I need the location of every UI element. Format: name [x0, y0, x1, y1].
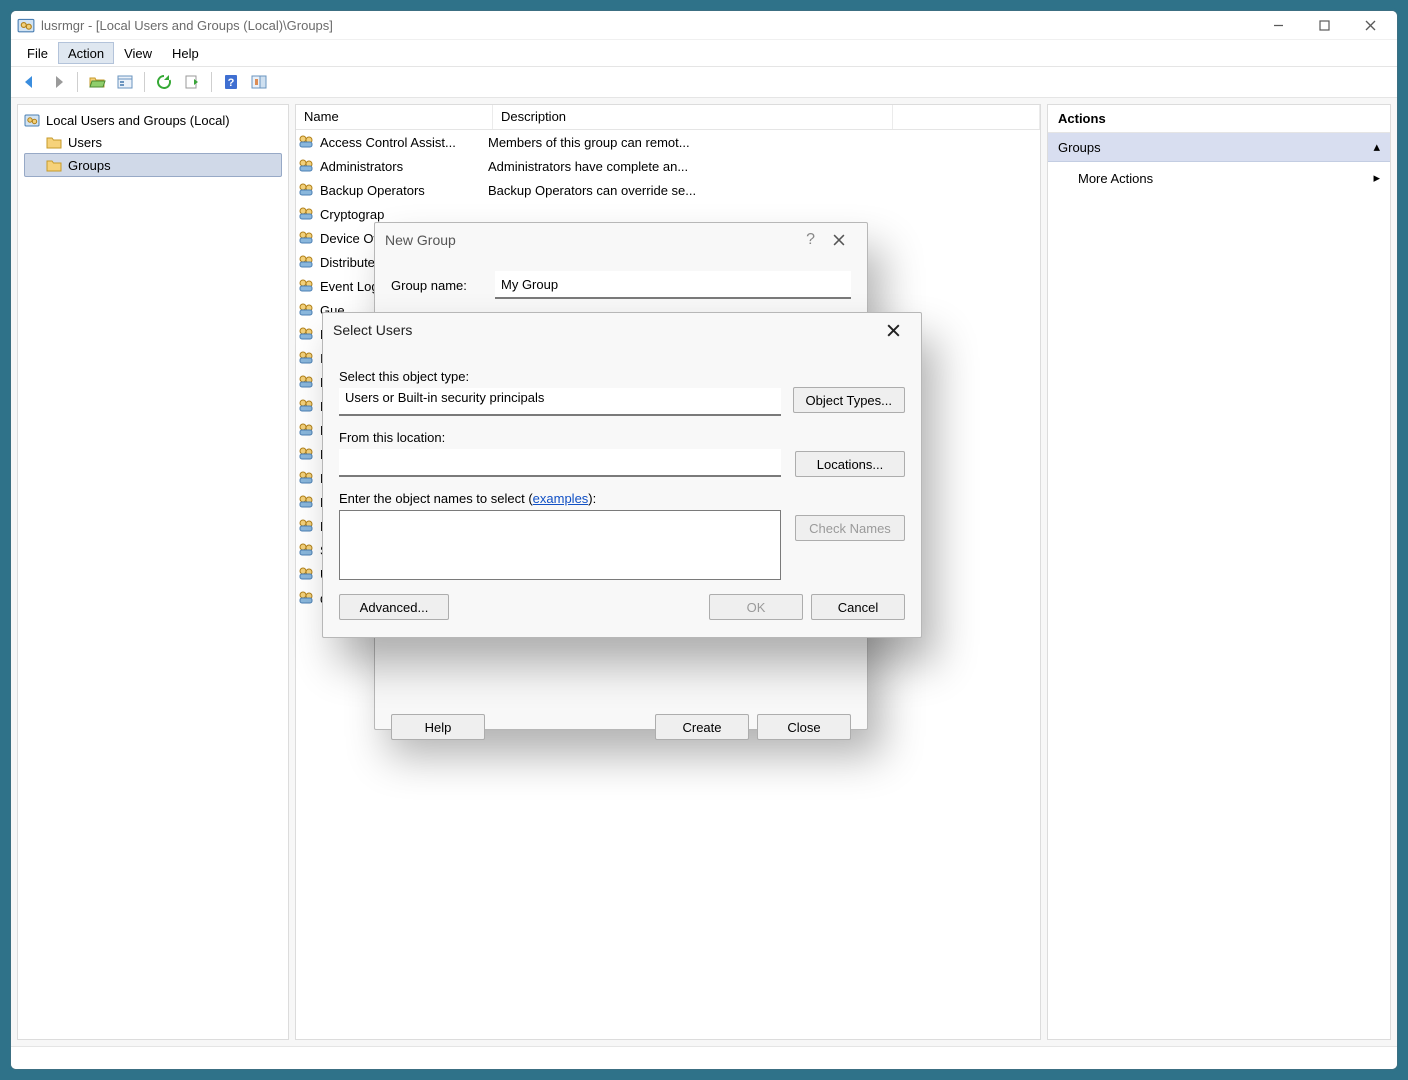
group-icon — [298, 373, 314, 392]
dialog-help-icon[interactable]: ? — [800, 231, 821, 249]
list-item[interactable]: Backup OperatorsBackup Operators can ove… — [296, 178, 1040, 202]
refresh-icon[interactable] — [151, 69, 177, 95]
export-icon[interactable] — [179, 69, 205, 95]
group-icon — [298, 445, 314, 464]
menu-help[interactable]: Help — [162, 40, 209, 66]
group-icon — [298, 589, 314, 608]
group-icon — [298, 229, 314, 248]
new-group-close-icon[interactable] — [821, 226, 857, 254]
actions-section-label: Groups — [1058, 140, 1101, 155]
group-icon — [298, 157, 314, 176]
select-users-title: Select Users — [333, 322, 412, 338]
tree-item-groups[interactable]: Groups — [24, 153, 282, 177]
names-label: Enter the object names to select (exampl… — [339, 491, 781, 506]
examples-link[interactable]: examples — [533, 491, 589, 506]
actions-pane: Actions Groups ▴ More Actions ▸ — [1047, 104, 1391, 1040]
new-group-titlebar: New Group ? — [375, 223, 867, 257]
forward-button[interactable] — [45, 69, 71, 95]
actions-section[interactable]: Groups ▴ — [1048, 133, 1390, 162]
object-type-value: Users or Built-in security principals — [339, 388, 781, 416]
menu-view[interactable]: View — [114, 40, 162, 66]
folder-icon — [46, 134, 62, 150]
tree-root[interactable]: Local Users and Groups (Local) — [24, 109, 282, 131]
collapse-arrow-icon: ▴ — [1373, 139, 1380, 155]
object-type-label: Select this object type: — [339, 369, 781, 384]
actions-title: Actions — [1048, 105, 1390, 133]
select-users-dialog: Select Users Select this object type: Us… — [322, 312, 922, 638]
titlebar: lusrmgr - [Local Users and Groups (Local… — [11, 11, 1397, 39]
group-icon — [298, 133, 314, 152]
help-icon[interactable]: ? — [218, 69, 244, 95]
group-icon — [298, 181, 314, 200]
folder-icon — [46, 157, 62, 173]
cancel-button[interactable]: Cancel — [811, 594, 905, 620]
menubar: FileActionViewHelp — [11, 39, 1397, 67]
group-icon — [298, 397, 314, 416]
back-button[interactable] — [17, 69, 43, 95]
svg-text:?: ? — [228, 77, 235, 89]
object-types-button[interactable]: Object Types... — [793, 387, 905, 413]
create-button[interactable]: Create — [655, 714, 749, 740]
app-icon — [17, 16, 35, 34]
submenu-arrow-icon: ▸ — [1373, 170, 1380, 186]
select-users-close-icon[interactable] — [875, 316, 911, 344]
toolbar: ? — [11, 67, 1397, 98]
group-icon — [298, 421, 314, 440]
group-icon — [298, 469, 314, 488]
open-folder-icon[interactable] — [84, 69, 110, 95]
col-name[interactable]: Name — [296, 105, 493, 129]
list-item[interactable]: AdministratorsAdministrators have comple… — [296, 154, 1040, 178]
location-value — [339, 449, 781, 477]
group-icon — [298, 517, 314, 536]
tree-pane: Local Users and Groups (Local)UsersGroup… — [17, 104, 289, 1040]
col-description[interactable]: Description — [493, 105, 893, 129]
actions-item-label: More Actions — [1078, 171, 1153, 186]
minimize-button[interactable] — [1255, 11, 1301, 39]
advanced-button[interactable]: Advanced... — [339, 594, 449, 620]
group-name-label: Group name: — [391, 278, 495, 293]
group-icon — [298, 541, 314, 560]
location-label: From this location: — [339, 430, 781, 445]
menu-file[interactable]: File — [17, 40, 58, 66]
group-name-input[interactable] — [495, 271, 851, 299]
properties-icon[interactable] — [112, 69, 138, 95]
ok-button[interactable]: OK — [709, 594, 803, 620]
group-icon — [298, 565, 314, 584]
group-icon — [298, 253, 314, 272]
help-button[interactable]: Help — [391, 714, 485, 740]
tree-item-users[interactable]: Users — [24, 131, 282, 153]
object-names-input[interactable] — [339, 510, 781, 580]
window-title: lusrmgr - [Local Users and Groups (Local… — [41, 18, 333, 33]
col-spacer — [893, 105, 1040, 129]
locations-button[interactable]: Locations... — [795, 451, 905, 477]
group-icon — [298, 205, 314, 224]
list-header: Name Description — [296, 105, 1040, 130]
group-icon — [298, 325, 314, 344]
show-hide-pane-icon[interactable] — [246, 69, 272, 95]
group-icon — [298, 301, 314, 320]
close-button[interactable] — [1347, 11, 1393, 39]
statusbar — [11, 1046, 1397, 1069]
close-button[interactable]: Close — [757, 714, 851, 740]
group-icon — [298, 277, 314, 296]
new-group-title: New Group — [385, 232, 456, 248]
actions-more[interactable]: More Actions ▸ — [1048, 162, 1390, 194]
group-icon — [298, 349, 314, 368]
menu-action[interactable]: Action — [58, 42, 114, 64]
users-groups-icon — [24, 112, 40, 128]
maximize-button[interactable] — [1301, 11, 1347, 39]
list-item[interactable]: Access Control Assist...Members of this … — [296, 130, 1040, 154]
check-names-button[interactable]: Check Names — [795, 515, 905, 541]
group-icon — [298, 493, 314, 512]
